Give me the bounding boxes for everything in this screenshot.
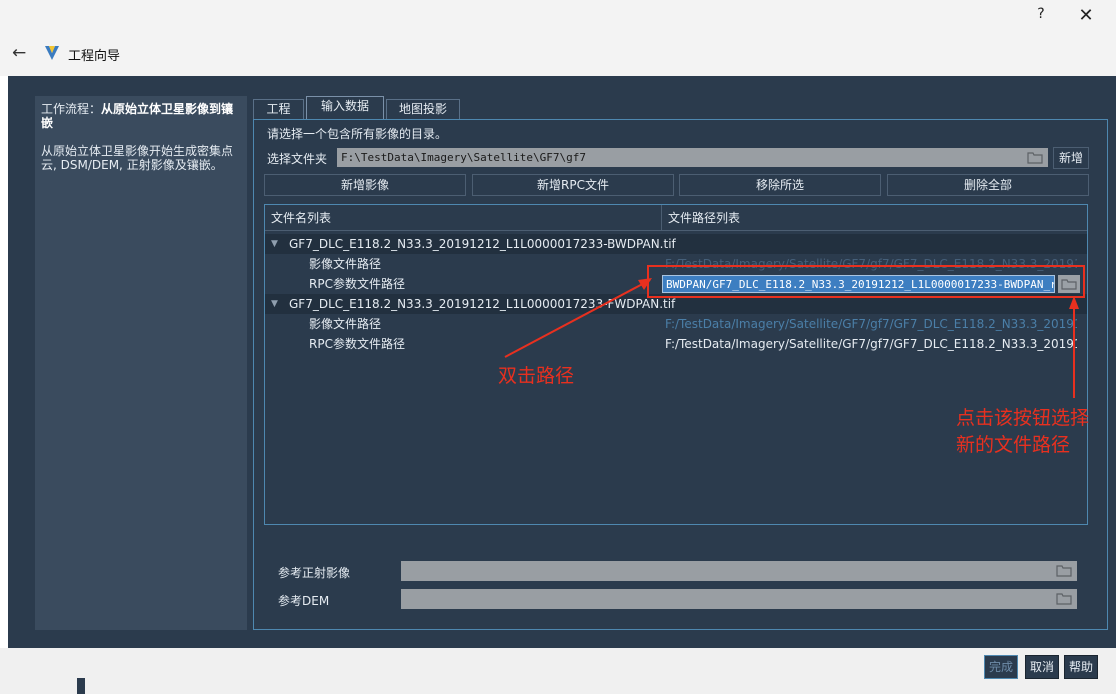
workflow-title: 工作流程：从原始立体卫星影像到镶嵌 <box>41 102 243 130</box>
file-tree-table[interactable]: 文件名列表 文件路径列表 ▼ GF7_DLC_E118.2_N33.3_2019… <box>264 204 1088 525</box>
help-icon[interactable]: ? <box>1031 6 1051 26</box>
add-image-button[interactable]: 新增影像 <box>264 174 466 196</box>
background-edge <box>77 678 85 694</box>
collapse-caret-icon[interactable]: ▼ <box>271 234 278 254</box>
row-label: RPC参数文件路径 <box>309 337 405 351</box>
table-row[interactable]: 影像文件路径 F:/TestData/Imagery/Satellite/GF7… <box>265 254 1087 274</box>
add-folder-button[interactable]: 新增 <box>1053 147 1089 169</box>
back-arrow-icon[interactable]: ← <box>12 43 26 63</box>
annotation-double-click: 双击路径 <box>498 365 575 387</box>
table-row-group[interactable]: ▼ GF7_DLC_E118.2_N33.3_20191212_L1L00000… <box>265 234 1087 254</box>
tab-project[interactable]: 工程 <box>253 99 304 119</box>
ref-ortho-label: 参考正射影像 <box>278 566 351 580</box>
row-path[interactable]: F:/TestData/Imagery/Satellite/GF7/gf7/GF… <box>665 334 1077 354</box>
folder-browse-icon[interactable] <box>1056 592 1072 605</box>
workflow-panel: 工作流程：从原始立体卫星影像到镶嵌 从原始立体卫星影像开始生成密集点云, DSM… <box>35 96 247 630</box>
ref-dem-input[interactable] <box>401 589 1077 609</box>
help-button[interactable]: 帮助 <box>1064 655 1098 679</box>
browse-file-button[interactable] <box>1058 275 1080 293</box>
ref-ortho-input[interactable] <box>401 561 1077 581</box>
workflow-prefix: 工作流程： <box>41 102 102 116</box>
table-row[interactable]: RPC参数文件路径 F:/TestData/Imagery/Satellite/… <box>265 334 1087 354</box>
remove-selected-button[interactable]: 移除所选 <box>679 174 881 196</box>
project-wizard-window: ? ✕ ← 工程向导 工作流程：从原始立体卫星影像到镶嵌 从原始立体卫星影像开始… <box>0 0 1116 694</box>
delete-all-button[interactable]: 删除全部 <box>887 174 1089 196</box>
row-label: 影像文件路径 <box>309 317 382 331</box>
folder-browse-icon[interactable] <box>1027 151 1043 164</box>
finish-button[interactable]: 完成 <box>984 655 1018 679</box>
add-rpc-file-button[interactable]: 新增RPC文件 <box>472 174 674 196</box>
path-edit-cell[interactable]: BWDPAN/GF7_DLC_E118.2_N33.3_20191212_L1L… <box>662 274 1080 294</box>
tab-input-data[interactable]: 输入数据 <box>306 96 384 120</box>
ref-dem-label: 参考DEM <box>278 594 330 608</box>
column-header-filepath[interactable]: 文件路径列表 <box>662 205 1087 231</box>
row-label: 影像文件路径 <box>309 257 382 271</box>
workflow-description: 从原始立体卫星影像开始生成密集点云, DSM/DEM, 正射影像及镶嵌。 <box>41 144 234 172</box>
close-icon[interactable]: ✕ <box>1075 5 1097 27</box>
folder-hint: 请选择一个包含所有影像的目录。 <box>267 127 448 141</box>
group-filename: GF7_DLC_E118.2_N33.3_20191212_L1L0000017… <box>289 297 676 311</box>
row-path[interactable]: F:/TestData/Imagery/Satellite/GF7/gf7/GF… <box>665 254 1077 274</box>
footer-bar <box>0 648 1116 694</box>
collapse-caret-icon[interactable]: ▼ <box>271 294 278 314</box>
rpc-path-edit-input[interactable]: BWDPAN/GF7_DLC_E118.2_N33.3_20191212_L1L… <box>662 275 1055 293</box>
app-logo-icon <box>45 46 59 60</box>
cancel-button[interactable]: 取消 <box>1025 655 1059 679</box>
annotation-click-button-1: 点击该按钮选择 <box>956 407 1090 429</box>
column-header-filename[interactable]: 文件名列表 <box>265 205 662 231</box>
row-path[interactable]: F:/TestData/Imagery/Satellite/GF7/gf7/GF… <box>665 314 1077 334</box>
group-filename: GF7_DLC_E118.2_N33.3_20191212_L1L0000017… <box>289 237 676 251</box>
folder-label: 选择文件夹 <box>267 152 328 166</box>
wizard-body: 工作流程：从原始立体卫星影像到镶嵌 从原始立体卫星影像开始生成密集点云, DSM… <box>8 76 1116 648</box>
table-row-group[interactable]: ▼ GF7_DLC_E118.2_N33.3_20191212_L1L00000… <box>265 294 1087 314</box>
title-bar: ? ✕ ← 工程向导 <box>0 0 1116 76</box>
table-row[interactable]: 影像文件路径 F:/TestData/Imagery/Satellite/GF7… <box>265 314 1087 334</box>
row-label: RPC参数文件路径 <box>309 277 405 291</box>
tab-map-projection[interactable]: 地图投影 <box>386 99 460 119</box>
annotation-click-button-2: 新的文件路径 <box>956 434 1071 456</box>
folder-browse-icon[interactable] <box>1056 564 1072 577</box>
folder-path-input[interactable]: F:\TestData\Imagery\Satellite\GF7\gf7 <box>337 148 1048 167</box>
window-title: 工程向导 <box>68 49 121 64</box>
